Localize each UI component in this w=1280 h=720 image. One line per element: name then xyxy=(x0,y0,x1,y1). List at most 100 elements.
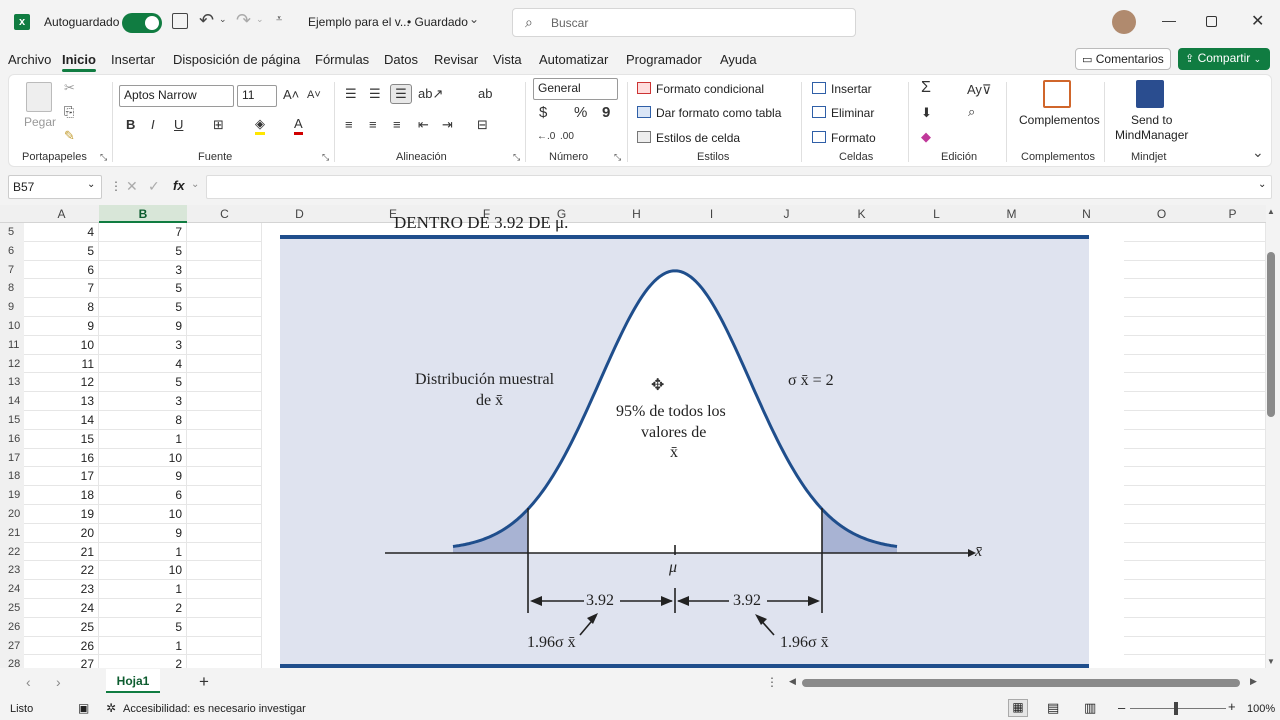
row-header[interactable]: 23 xyxy=(0,561,24,581)
mindmanager-icon[interactable] xyxy=(1136,80,1164,108)
share-button[interactable]: ⇪ Compartir ⌄ xyxy=(1178,48,1270,70)
column-header-i[interactable]: I xyxy=(674,205,749,223)
cell-c[interactable] xyxy=(187,542,262,562)
cell-c[interactable] xyxy=(187,599,262,618)
align-center-icon[interactable]: ≡ xyxy=(369,117,377,133)
cell-o[interactable] xyxy=(1124,580,1266,599)
tab-datos[interactable]: Datos xyxy=(384,52,418,67)
align-left-icon[interactable]: ≡ xyxy=(345,117,353,133)
align-bottom-icon[interactable]: ☰ xyxy=(390,84,412,104)
align-top-icon[interactable]: ☰ xyxy=(345,86,357,102)
cell-c[interactable] xyxy=(187,354,262,374)
scrollbar-thumb[interactable] xyxy=(1267,252,1275,417)
cell-a[interactable]: 12 xyxy=(24,373,99,393)
column-header-h[interactable]: H xyxy=(599,205,674,223)
tab-vista[interactable]: Vista xyxy=(493,52,522,67)
cell-b[interactable]: 1 xyxy=(99,542,187,562)
cell-o[interactable] xyxy=(1124,505,1266,524)
increase-font-icon[interactable]: A˄ xyxy=(283,87,299,103)
cell-c[interactable] xyxy=(187,373,262,393)
copy-icon[interactable]: ⎘ xyxy=(64,104,74,120)
orientation-icon[interactable]: ab↗ xyxy=(418,86,443,102)
align-middle-icon[interactable]: ☰ xyxy=(369,86,381,102)
chevron-down-icon[interactable]: ⌄ xyxy=(87,179,95,190)
column-header-d[interactable]: D xyxy=(262,205,337,223)
column-header-o[interactable]: O xyxy=(1124,205,1199,223)
row-header[interactable]: 10 xyxy=(0,317,24,336)
increase-decimal-icon[interactable]: ←.0 xyxy=(537,129,555,145)
fill-icon[interactable]: ⬇ xyxy=(921,105,932,121)
zoom-slider[interactable] xyxy=(1130,708,1226,709)
cell-b[interactable]: 10 xyxy=(99,448,187,468)
cell-b[interactable]: 9 xyxy=(99,467,187,487)
cell-o[interactable] xyxy=(1124,335,1266,355)
search-box[interactable]: ⌕ Buscar xyxy=(512,8,856,37)
column-header-j[interactable]: J xyxy=(749,205,824,223)
row-header[interactable]: 17 xyxy=(0,448,24,468)
cell-c[interactable] xyxy=(187,335,262,355)
tab-automatizar[interactable]: Automatizar xyxy=(539,52,608,67)
cell-a[interactable]: 19 xyxy=(24,505,99,524)
cell-b[interactable]: 1 xyxy=(99,429,187,449)
cut-icon[interactable]: ✂ xyxy=(64,80,75,96)
minimize-icon[interactable]: — xyxy=(1162,12,1176,28)
row-header[interactable]: 26 xyxy=(0,617,24,637)
tab-revisar[interactable]: Revisar xyxy=(434,52,478,67)
decrease-decimal-icon[interactable]: .00 xyxy=(560,129,574,145)
column-header-b[interactable]: B xyxy=(99,205,187,223)
tab-disposicion[interactable]: Disposición de página xyxy=(173,52,300,67)
cell-b[interactable]: 3 xyxy=(99,392,187,411)
cell-o[interactable] xyxy=(1124,655,1266,668)
column-header-a[interactable]: A xyxy=(24,205,99,223)
tab-insertar[interactable]: Insertar xyxy=(111,52,155,67)
chevron-down-icon[interactable]: ⌄ xyxy=(256,14,264,25)
cell-c[interactable] xyxy=(187,392,262,411)
tab-formulas[interactable]: Fórmulas xyxy=(315,52,369,67)
currency-button[interactable]: $ xyxy=(539,105,547,121)
cell-a[interactable]: 10 xyxy=(24,335,99,355)
row-header[interactable]: 21 xyxy=(0,523,24,543)
cancel-icon[interactable]: ✕ xyxy=(126,178,138,195)
cell-o[interactable] xyxy=(1124,429,1266,449)
font-name-select[interactable]: Aptos Narrow xyxy=(119,85,234,107)
cell-b[interactable]: 5 xyxy=(99,298,187,317)
cell-a[interactable]: 18 xyxy=(24,486,99,505)
cell-a[interactable]: 13 xyxy=(24,392,99,411)
cell-o[interactable] xyxy=(1124,467,1266,487)
tab-inicio[interactable]: Inicio xyxy=(62,52,96,72)
cell-o[interactable] xyxy=(1124,523,1266,543)
cell-a[interactable]: 20 xyxy=(24,523,99,543)
fill-color-icon[interactable]: ◈ xyxy=(255,116,265,135)
cell-a[interactable]: 21 xyxy=(24,542,99,562)
cell-o[interactable] xyxy=(1124,411,1266,430)
cell-a[interactable]: 26 xyxy=(24,636,99,656)
scroll-down-icon[interactable]: ▼ xyxy=(1267,657,1275,666)
tab-ayuda[interactable]: Ayuda xyxy=(720,52,757,67)
find-icon[interactable]: ⌕ xyxy=(968,104,975,120)
cell-a[interactable]: 25 xyxy=(24,617,99,637)
cell-c[interactable] xyxy=(187,298,262,317)
addins-icon[interactable] xyxy=(1043,80,1071,108)
dialog-launcher-icon[interactable]: ⤡ xyxy=(614,152,621,163)
normal-view-icon[interactable]: ▦ xyxy=(1008,699,1028,717)
cell-o[interactable] xyxy=(1124,636,1266,656)
cell-a[interactable]: 15 xyxy=(24,429,99,449)
cell-o[interactable] xyxy=(1124,260,1266,280)
row-header[interactable]: 7 xyxy=(0,260,24,280)
tab-programador[interactable]: Programador xyxy=(626,52,702,67)
cell-o[interactable] xyxy=(1124,354,1266,374)
cell-o[interactable] xyxy=(1124,298,1266,317)
more-icon[interactable]: ⋮ xyxy=(766,675,778,689)
font-size-select[interactable]: 11 xyxy=(237,85,277,107)
horizontal-scrollbar-thumb[interactable] xyxy=(802,679,1240,687)
zoom-level[interactable]: 100% xyxy=(1247,703,1275,715)
column-header-k[interactable]: K xyxy=(824,205,899,223)
cell-c[interactable] xyxy=(187,505,262,524)
cell-a[interactable]: 11 xyxy=(24,354,99,374)
more-icon[interactable]: ⋮ xyxy=(110,179,122,193)
column-header-m[interactable]: M xyxy=(974,205,1049,223)
close-icon[interactable]: ✕ xyxy=(1251,11,1264,31)
cell-a[interactable]: 23 xyxy=(24,580,99,599)
cell-b[interactable]: 4 xyxy=(99,354,187,374)
cell-a[interactable]: 7 xyxy=(24,279,99,299)
